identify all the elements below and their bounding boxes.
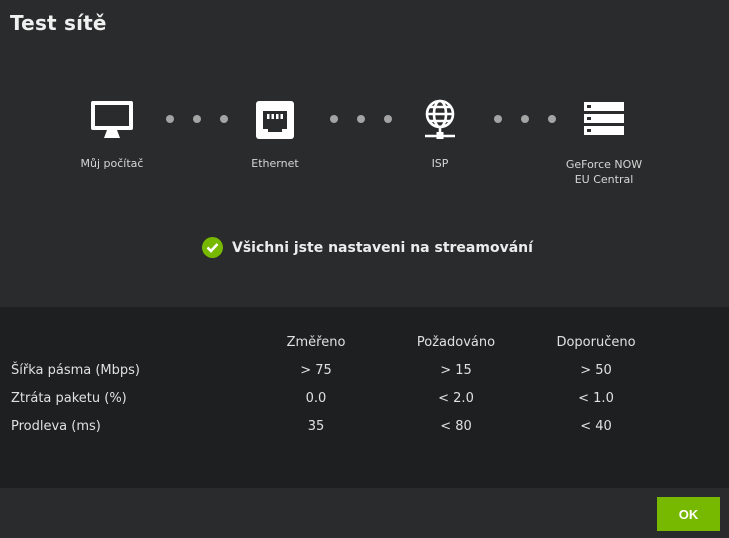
ok-button[interactable]: OK <box>657 497 720 531</box>
dot <box>330 115 338 123</box>
results-table: Změřeno Požadováno Doporučeno Šířka pásm… <box>0 307 729 488</box>
globe-network-icon <box>425 99 455 139</box>
table-cell: < 2.0 <box>438 391 474 406</box>
server-rack-icon <box>584 102 624 135</box>
node-ethernet: Ethernet <box>210 100 340 171</box>
table-cell: < 1.0 <box>578 391 614 406</box>
column-header-required: Požadováno <box>416 335 496 350</box>
node-label: Ethernet <box>251 157 299 170</box>
check-circle-icon <box>202 237 223 258</box>
node-label: ISP <box>431 157 449 170</box>
dialog-title: Test sítě <box>10 11 107 35</box>
node-geforce-now: GeForce NOW EU Central <box>539 102 669 187</box>
node-label-secondary: EU Central <box>574 173 634 186</box>
ethernet-port-icon <box>256 101 294 139</box>
table-cell: > 50 <box>580 363 612 378</box>
table-cell: < 80 <box>440 419 472 434</box>
table-cell: > 75 <box>300 363 332 378</box>
table-cell: > 15 <box>440 363 472 378</box>
table-cell: < 40 <box>580 419 612 434</box>
row-label-latency: Prodleva (ms) <box>11 419 101 434</box>
node-label: GeForce NOW <box>565 158 643 171</box>
table-cell: 0.0 <box>305 391 327 406</box>
dot <box>521 115 529 123</box>
node-isp: ISP <box>375 99 505 171</box>
status-text: Všichni jste nastaveni na streamování <box>232 239 533 256</box>
row-label-packet-loss: Ztráta paketu (%) <box>11 391 127 406</box>
table-cell: 35 <box>307 419 325 434</box>
row-label-bandwidth: Šířka pásma (Mbps) <box>11 363 140 378</box>
dialog-footer <box>0 488 729 538</box>
column-header-recommended: Doporučeno <box>556 335 636 350</box>
dot <box>193 115 201 123</box>
dot <box>166 115 174 123</box>
column-header-measured: Změřeno <box>286 335 346 350</box>
dot <box>357 115 365 123</box>
status-message: Všichni jste nastaveni na streamování <box>202 237 533 258</box>
monitor-icon <box>91 101 133 138</box>
node-label: Můj počítač <box>80 157 144 170</box>
dot <box>494 115 502 123</box>
node-my-computer: Můj počítač <box>47 100 177 171</box>
connection-panel: Test sítě Můj počítač Ethernet ISP GeFor… <box>0 0 729 307</box>
